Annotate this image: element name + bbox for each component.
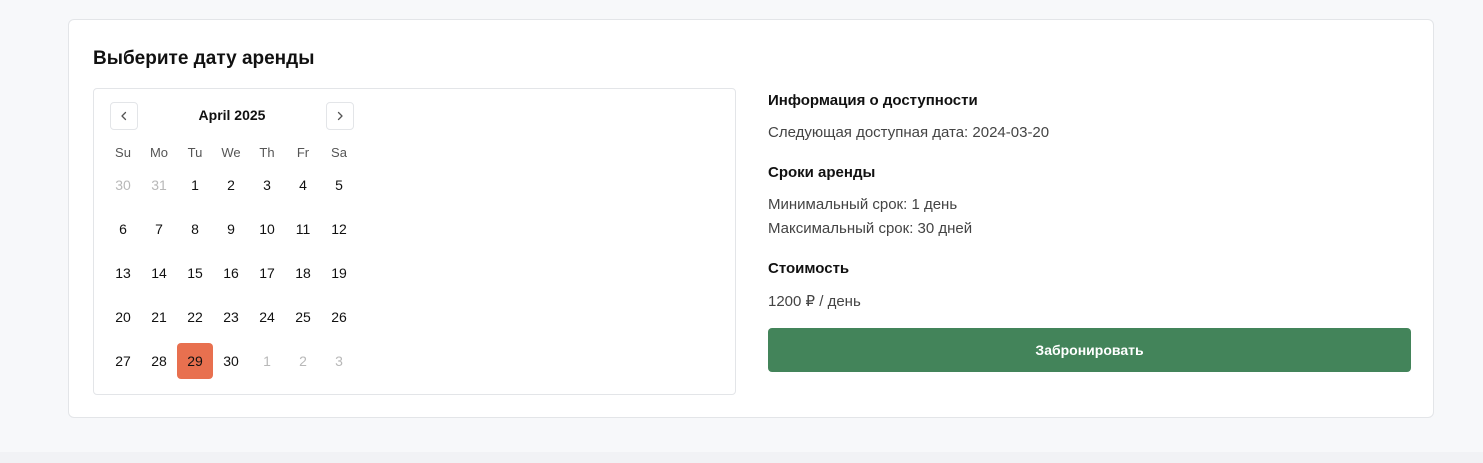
book-button[interactable]: Забронировать bbox=[768, 328, 1411, 372]
calendar-day[interactable]: 11 bbox=[285, 211, 321, 247]
calendar-day[interactable]: 12 bbox=[321, 211, 357, 247]
calendar-day[interactable]: 19 bbox=[321, 255, 357, 291]
calendar-day-outside[interactable]: 3 bbox=[321, 343, 357, 379]
weekday-header-row: Su Mo Tu We Th Fr Sa bbox=[105, 145, 357, 160]
calendar-day[interactable]: 3 bbox=[249, 167, 285, 203]
calendar-day[interactable]: 26 bbox=[321, 299, 357, 335]
availability-heading: Информация о доступности bbox=[768, 92, 978, 109]
calendar-day[interactable]: 10 bbox=[249, 211, 285, 247]
calendar-day[interactable]: 23 bbox=[213, 299, 249, 335]
calendar-day[interactable]: 4 bbox=[285, 167, 321, 203]
weekday-label: Tu bbox=[187, 145, 203, 160]
calendar-day[interactable]: 28 bbox=[141, 343, 177, 379]
calendar-day[interactable]: 16 bbox=[213, 255, 249, 291]
calendar-day[interactable]: 15 bbox=[177, 255, 213, 291]
month-label: April 2025 bbox=[198, 107, 266, 123]
weekday-label: We bbox=[221, 145, 241, 160]
rental-date-card: Выберите дату аренды April 2025 Su Mo Tu We… bbox=[68, 19, 1434, 418]
rental-terms-heading: Сроки аренды bbox=[768, 164, 876, 181]
page-footer-strip bbox=[0, 452, 1483, 463]
chevron-right-icon bbox=[335, 111, 345, 121]
next-available-date: Следующая доступная дата: 2024-03-20 bbox=[768, 124, 1050, 141]
calendar-day-outside[interactable]: 1 bbox=[249, 343, 285, 379]
min-term-text: Минимальный срок: 1 день bbox=[768, 196, 958, 213]
calendar-day-outside[interactable]: 30 bbox=[105, 167, 141, 203]
weekday-label: Th bbox=[259, 145, 275, 160]
calendar-day[interactable]: 6 bbox=[105, 211, 141, 247]
calendar-day[interactable]: 20 bbox=[105, 299, 141, 335]
calendar-day-outside[interactable]: 31 bbox=[141, 167, 177, 203]
chevron-left-icon bbox=[119, 111, 129, 121]
calendar-day[interactable]: 5 bbox=[321, 167, 357, 203]
calendar-day[interactable]: 17 bbox=[249, 255, 285, 291]
weekday-label: Su bbox=[115, 145, 131, 160]
calendar-day[interactable]: 14 bbox=[141, 255, 177, 291]
calendar: April 2025 Su Mo Tu We Th Fr Sa 30 31 1 2 3 4 5 6 7 8 9 1… bbox=[93, 88, 736, 395]
calendar-days-grid: 30 31 1 2 3 4 5 6 7 8 9 10 11 12 13 14 15 16 17 18 19 20 21 22 2… bbox=[105, 167, 357, 387]
calendar-day[interactable]: 9 bbox=[213, 211, 249, 247]
calendar-day[interactable]: 2 bbox=[213, 167, 249, 203]
price-heading: Стоимость bbox=[768, 260, 850, 277]
calendar-day[interactable]: 24 bbox=[249, 299, 285, 335]
price-text: 1200 ₽ / день bbox=[768, 293, 861, 310]
calendar-day[interactable]: 18 bbox=[285, 255, 321, 291]
calendar-day[interactable]: 25 bbox=[285, 299, 321, 335]
weekday-label: Sa bbox=[331, 145, 347, 160]
calendar-day[interactable]: 7 bbox=[141, 211, 177, 247]
calendar-day[interactable]: 30 bbox=[213, 343, 249, 379]
calendar-day[interactable]: 21 bbox=[141, 299, 177, 335]
next-month-button[interactable] bbox=[326, 102, 354, 130]
calendar-day[interactable]: 22 bbox=[177, 299, 213, 335]
max-term-text: Максимальный срок: 30 дней bbox=[768, 220, 973, 237]
weekday-label: Fr bbox=[296, 145, 310, 160]
previous-month-button[interactable] bbox=[110, 102, 138, 130]
calendar-day[interactable]: 8 bbox=[177, 211, 213, 247]
calendar-day[interactable]: 13 bbox=[105, 255, 141, 291]
calendar-day-outside[interactable]: 2 bbox=[285, 343, 321, 379]
calendar-day-selected[interactable]: 29 bbox=[177, 343, 213, 379]
page-title: Выберите дату аренды bbox=[93, 48, 315, 69]
weekday-label: Mo bbox=[149, 145, 169, 160]
calendar-day[interactable]: 27 bbox=[105, 343, 141, 379]
calendar-day[interactable]: 1 bbox=[177, 167, 213, 203]
